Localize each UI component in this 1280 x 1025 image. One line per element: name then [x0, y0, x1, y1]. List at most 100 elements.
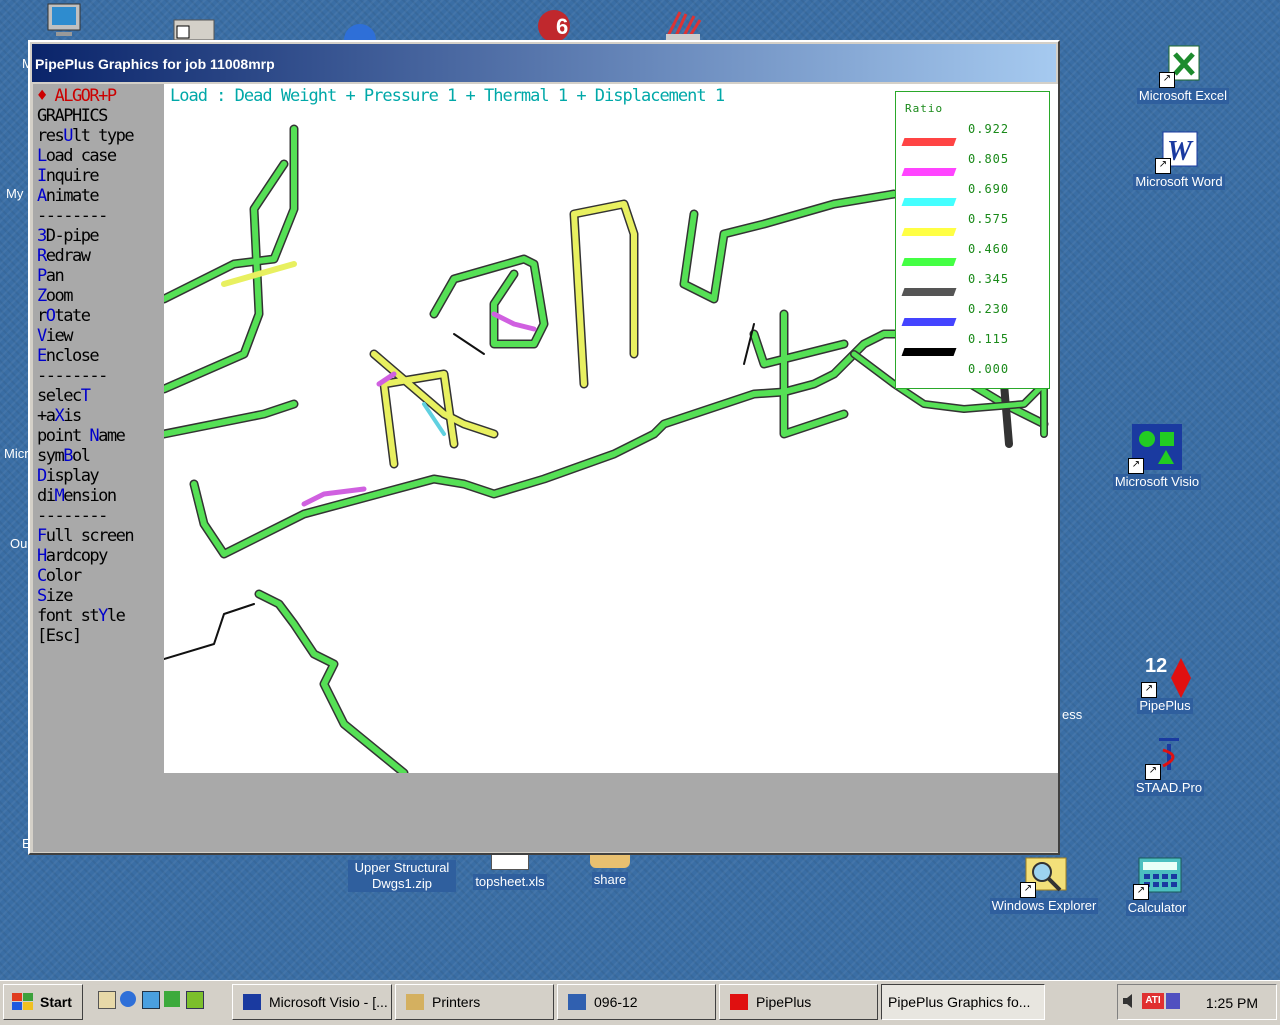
graphics-canvas[interactable]: Load : Dead Weight + Pressure 1 + Therma…	[164, 84, 1058, 773]
menu-item: --------	[37, 506, 108, 526]
c6-app-icon: 6	[538, 10, 570, 42]
desktop-icon-excel[interactable]: ↗ Microsoft Excel	[1128, 44, 1238, 104]
menu-item-hotkey: 3	[37, 226, 47, 246]
desktop-icon-label: Microsoft Excel	[1136, 88, 1230, 104]
legend-value: 0.805	[968, 152, 1010, 166]
menu-item[interactable]: Pan	[37, 266, 65, 286]
menu-item-hotkey: I	[37, 166, 47, 186]
desktop-icon-partial-ie[interactable]	[340, 20, 380, 56]
desktop-icon-label: Upper Structural Dwgs1.zip	[348, 860, 456, 892]
menu-item[interactable]: Inquire	[37, 166, 100, 186]
menu-item-hotkey: V	[37, 326, 47, 346]
desktop-icon-visio[interactable]: ↗ Microsoft Visio	[1102, 424, 1212, 490]
menu-item-hotkey: M	[54, 486, 64, 506]
show-desktop-icon[interactable]	[98, 991, 116, 1009]
menu-item-hotkey: A	[37, 186, 47, 206]
menu-item[interactable]: Size	[37, 586, 73, 606]
shortcut-arrow-icon: ↗	[1133, 884, 1149, 900]
desktop-icon-partial-paint[interactable]	[660, 8, 704, 40]
menu-item[interactable]: symBol	[37, 446, 91, 466]
legend-swatch	[901, 288, 957, 296]
menu-item[interactable]: View	[37, 326, 73, 346]
legend-value: 0.345	[968, 272, 1010, 286]
menu-item-hotkey: Z	[37, 286, 47, 306]
menu-item[interactable]: point Name	[37, 426, 126, 446]
start-button[interactable]: Start	[3, 984, 83, 1020]
menu-item[interactable]: Redraw	[37, 246, 91, 266]
taskbar-button-label: Printers	[432, 994, 481, 1010]
desktop-icon-pipeplus[interactable]: 12 ↗ PipePlus	[1110, 654, 1220, 714]
menu-item[interactable]: Enclose	[37, 346, 100, 366]
menu-item: GRAPHICS	[37, 106, 108, 126]
network-icon[interactable]	[142, 991, 160, 1009]
calculator-icon: ↗	[1133, 856, 1182, 900]
menu-item-hotkey: N	[89, 426, 99, 446]
desktop-partial-label-6: ess	[1062, 707, 1083, 722]
volume-icon[interactable]	[1122, 993, 1136, 1009]
menu-item[interactable]: selecT	[37, 386, 91, 406]
desktop-icon-my-computer[interactable]	[44, 2, 84, 38]
desktop-partial-label-3: Ou	[10, 536, 28, 551]
desktop-icon-staad[interactable]: ↗ STAAD.Pro	[1114, 736, 1224, 796]
menu-item[interactable]: [Esc]	[37, 626, 82, 646]
taskbar-button[interactable]: PipePlus	[719, 984, 878, 1020]
menu-item: ♦ ALGOR+P	[37, 86, 117, 106]
menu-item-text: tate	[54, 306, 91, 326]
menu-item-hotkey: F	[37, 526, 47, 546]
taskbar-button-label: 096-12	[594, 994, 638, 1010]
desktop-icon-partial-c6[interactable]: 6	[534, 4, 582, 42]
desktop-icon-label: PipePlus	[1137, 698, 1193, 714]
menu-item[interactable]: 3D-pipe	[37, 226, 100, 246]
menu-item-text: nimate	[45, 186, 100, 206]
app-icon[interactable]	[186, 991, 204, 1009]
menu-item-text: le	[106, 606, 126, 626]
media-icon[interactable]	[164, 991, 180, 1007]
desktop-icon-share[interactable]: share	[574, 854, 646, 888]
menu-item[interactable]: Full screen	[37, 526, 135, 546]
pipeplus-icon: 12 ↗	[1141, 654, 1191, 698]
pipeplus-graphics-window: PipePlus Graphics for job 11008mrp ♦ ALG…	[28, 40, 1060, 855]
menu-item-hotkey: H	[37, 546, 47, 566]
menu-item[interactable]: Display	[37, 466, 100, 486]
shared-folder-icon	[590, 854, 630, 868]
desktop-icon-calculator[interactable]: ↗ Calculator	[1102, 856, 1212, 916]
desktop-icon-partial-2[interactable]	[172, 18, 218, 41]
menu-item[interactable]: Color	[37, 566, 82, 586]
taskbar-button[interactable]: 096-12	[557, 984, 716, 1020]
paint-icon	[666, 11, 702, 40]
clock: 1:25 PM	[1205, 995, 1258, 1011]
taskbar-button[interactable]: PipePlus Graphics fo...	[881, 984, 1045, 1020]
legend-value: 0.575	[968, 212, 1010, 226]
desktop-icon-topsheet[interactable]: topsheet.xls	[464, 854, 556, 890]
menu-item-text: lt type	[71, 126, 135, 146]
desktop-icon-windows-explorer[interactable]: ↗ Windows Explorer	[984, 854, 1104, 914]
desktop-icon-upper-structural-zip[interactable]: Upper Structural Dwgs1.zip	[346, 860, 458, 892]
tray-app-icon[interactable]	[1166, 993, 1180, 1009]
menu-item-text: ame	[98, 426, 126, 446]
taskbar-button[interactable]: Printers	[395, 984, 554, 1020]
menu-item[interactable]: Animate	[37, 186, 100, 206]
window-titlebar[interactable]: PipePlus Graphics for job 11008mrp	[32, 44, 1056, 82]
menu-item[interactable]: Zoom	[37, 286, 73, 306]
menu-item[interactable]: Load case	[37, 146, 117, 166]
windows-explorer-icon: ↗	[1020, 854, 1067, 898]
menu-item[interactable]: Hardcopy	[37, 546, 108, 566]
staad-icon: ↗	[1145, 736, 1189, 780]
svg-text:12: 12	[1145, 655, 1167, 677]
menu-item[interactable]: diMension	[37, 486, 117, 506]
menu-item-hotkey: S	[37, 586, 47, 606]
ati-icon[interactable]: ATI	[1142, 993, 1164, 1009]
ratio-legend: Ratio 0.922 0.805 0.690 0.575 0.460 0.345 0.23…	[895, 91, 1050, 389]
menu-item[interactable]: font stYle	[37, 606, 126, 626]
taskbar-button[interactable]: Microsoft Visio - [...	[232, 984, 392, 1020]
menu-item-hotkey: T	[80, 386, 91, 406]
menu-item-text: font st	[37, 606, 100, 626]
menu-item[interactable]: resUlt type	[37, 126, 135, 146]
desktop-icon-word[interactable]: W ↗ Microsoft Word	[1124, 130, 1234, 190]
menu-item[interactable]: rOtate	[37, 306, 91, 326]
taskbar-button-label: PipePlus Graphics fo...	[888, 994, 1031, 1010]
legend-value: 0.922	[968, 122, 1010, 136]
menu-item-text: sym	[37, 446, 65, 466]
menu-item[interactable]: +aXis	[37, 406, 82, 426]
internet-explorer-icon[interactable]	[120, 991, 136, 1007]
